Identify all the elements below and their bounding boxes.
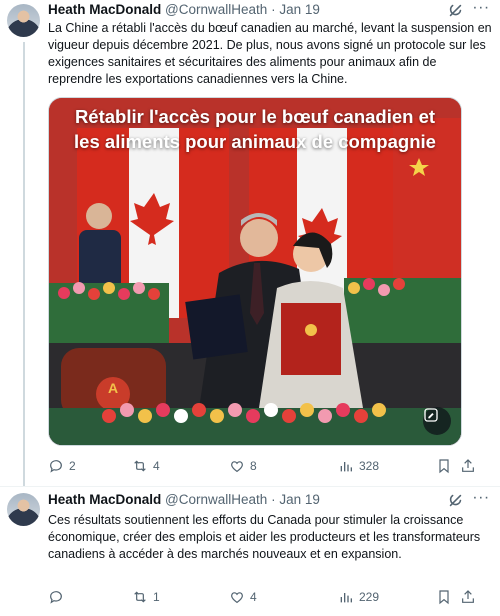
tweet-media-image[interactable]: Rétablir l'accès pour le bœuf canadien e… bbox=[48, 97, 462, 446]
thread-connector-line bbox=[23, 42, 25, 492]
heart-icon bbox=[231, 461, 243, 473]
heart-icon bbox=[231, 592, 243, 604]
tweet-text: Ces résultats soutiennent les efforts du… bbox=[48, 513, 481, 561]
more-icon[interactable]: ··· bbox=[472, 490, 490, 510]
bookmark-icon bbox=[439, 459, 449, 474]
repost-icon bbox=[134, 591, 146, 603]
tweet-text: La Chine a rétabli l'accès du bœuf canad… bbox=[48, 21, 492, 86]
views-button[interactable]: 229 bbox=[338, 587, 379, 607]
views-button[interactable]: 328 bbox=[338, 456, 379, 476]
media-overlay-title: Rétablir l'accès pour le bœuf canadien e… bbox=[49, 104, 461, 154]
share-icon bbox=[462, 459, 474, 472]
chair-placard-letter: A bbox=[107, 380, 119, 396]
like-count: 4 bbox=[250, 590, 257, 604]
tweet-actions: 1 4 229 bbox=[48, 587, 474, 607]
image-edit-icon bbox=[424, 408, 438, 422]
media-title-line-2: les aliments pour animaux de compagnie bbox=[74, 131, 436, 152]
repost-count: 1 bbox=[153, 590, 160, 604]
views-icon bbox=[340, 593, 352, 603]
author-name[interactable]: Heath MacDonald bbox=[48, 2, 161, 17]
tweet-header: Heath MacDonald @CornwallHeath · Jan 19 … bbox=[48, 0, 490, 20]
share-button[interactable] bbox=[460, 587, 476, 607]
repost-count: 4 bbox=[153, 459, 160, 473]
media-alt-button[interactable] bbox=[423, 407, 451, 435]
grok-icon[interactable] bbox=[447, 2, 464, 19]
media-title-line-1: Rétablir l'accès pour le bœuf canadien e… bbox=[74, 106, 436, 127]
bookmark-button[interactable] bbox=[436, 456, 452, 476]
repost-icon bbox=[134, 460, 146, 472]
grok-icon[interactable] bbox=[447, 492, 464, 509]
reply-count: 2 bbox=[69, 459, 76, 473]
bookmark-button[interactable] bbox=[436, 587, 452, 607]
tweet[interactable]: Heath MacDonald @CornwallHeath · Jan 19 … bbox=[0, 0, 500, 492]
tweet-timestamp[interactable]: Jan 19 bbox=[279, 492, 320, 507]
reply-icon bbox=[50, 460, 62, 473]
reply-icon bbox=[50, 591, 62, 604]
bookmark-icon bbox=[439, 590, 449, 605]
repost-button[interactable]: 1 bbox=[132, 587, 160, 607]
reply-button[interactable]: 2 bbox=[48, 456, 76, 476]
separator-dot: · bbox=[271, 492, 276, 507]
author-handle[interactable]: @CornwallHeath bbox=[165, 492, 267, 507]
tweet-header: Heath MacDonald @CornwallHeath · Jan 19 … bbox=[48, 490, 490, 510]
avatar[interactable] bbox=[7, 493, 40, 526]
tweet-actions: 2 4 8 328 bbox=[48, 456, 474, 476]
more-icon[interactable]: ··· bbox=[472, 0, 490, 20]
views-icon bbox=[340, 462, 352, 472]
repost-button[interactable]: 4 bbox=[132, 456, 160, 476]
tweet-timestamp[interactable]: Jan 19 bbox=[279, 2, 320, 17]
author-name[interactable]: Heath MacDonald bbox=[48, 492, 161, 507]
reply-button[interactable] bbox=[48, 587, 69, 607]
separator-dot: · bbox=[271, 2, 276, 17]
share-icon bbox=[462, 590, 474, 603]
author-handle[interactable]: @CornwallHeath bbox=[165, 2, 267, 17]
tweet[interactable]: Heath MacDonald @CornwallHeath · Jan 19 … bbox=[0, 486, 500, 616]
like-count: 8 bbox=[250, 459, 257, 473]
like-button[interactable]: 4 bbox=[229, 587, 257, 607]
share-button[interactable] bbox=[460, 456, 476, 476]
avatar[interactable] bbox=[7, 4, 40, 37]
like-button[interactable]: 8 bbox=[229, 456, 257, 476]
views-count: 328 bbox=[359, 459, 380, 473]
views-count: 229 bbox=[359, 590, 380, 604]
